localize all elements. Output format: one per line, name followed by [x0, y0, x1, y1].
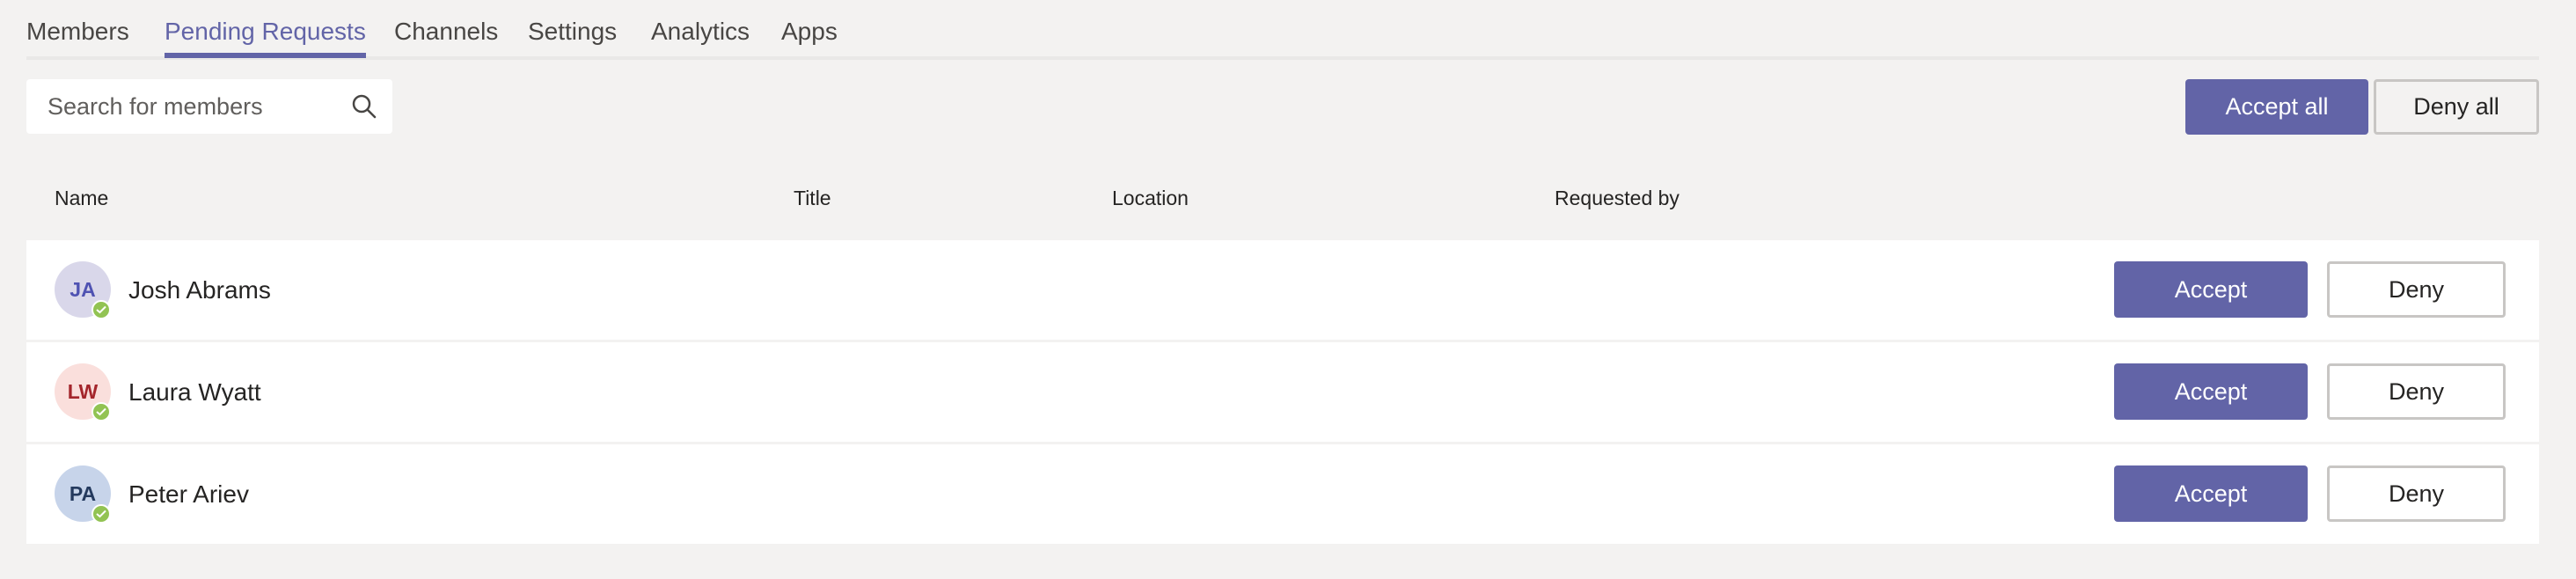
accept-button[interactable]: Accept	[2114, 363, 2308, 420]
deny-button[interactable]: Deny	[2327, 363, 2506, 420]
avatar-initials: LW	[67, 379, 99, 403]
table-row: LW Laura Wyatt Accept Deny	[26, 342, 2539, 442]
status-available-icon	[91, 300, 111, 319]
column-header-requested-by: Requested by	[1555, 187, 1680, 209]
accept-all-button[interactable]: Accept all	[2185, 79, 2368, 135]
member-name: Laura Wyatt	[128, 378, 261, 406]
search-icon[interactable]	[350, 92, 378, 121]
avatar-initials: PA	[69, 481, 97, 505]
deny-button[interactable]: Deny	[2327, 261, 2506, 318]
accept-button[interactable]: Accept	[2114, 261, 2308, 318]
status-available-icon	[91, 402, 111, 421]
deny-button[interactable]: Deny	[2327, 465, 2506, 522]
pending-requests-page: Members Pending Requests Channels Settin…	[0, 0, 2576, 579]
member-name: Peter Ariev	[128, 480, 249, 508]
table-row: JA Josh Abrams Accept Deny	[26, 240, 2539, 340]
tab-apps[interactable]: Apps	[781, 12, 838, 51]
accept-button[interactable]: Accept	[2114, 465, 2308, 522]
status-available-icon	[91, 504, 111, 524]
tab-analytics[interactable]: Analytics	[651, 12, 750, 51]
tab-members[interactable]: Members	[26, 12, 129, 51]
table-row: PA Peter Ariev Accept Deny	[26, 444, 2539, 544]
tab-bar: Members Pending Requests Channels Settin…	[26, 12, 2539, 60]
deny-all-button[interactable]: Deny all	[2374, 79, 2539, 135]
column-header-location: Location	[1112, 187, 1189, 209]
search-input[interactable]	[48, 79, 338, 134]
member-name: Josh Abrams	[128, 276, 271, 304]
search-box	[26, 79, 392, 134]
avatar-initials: JA	[70, 277, 96, 301]
tab-settings[interactable]: Settings	[528, 12, 617, 51]
tab-channels[interactable]: Channels	[394, 12, 498, 51]
column-header-title: Title	[794, 187, 831, 209]
column-header-name: Name	[55, 187, 109, 209]
tab-pending-requests[interactable]: Pending Requests	[165, 12, 366, 58]
